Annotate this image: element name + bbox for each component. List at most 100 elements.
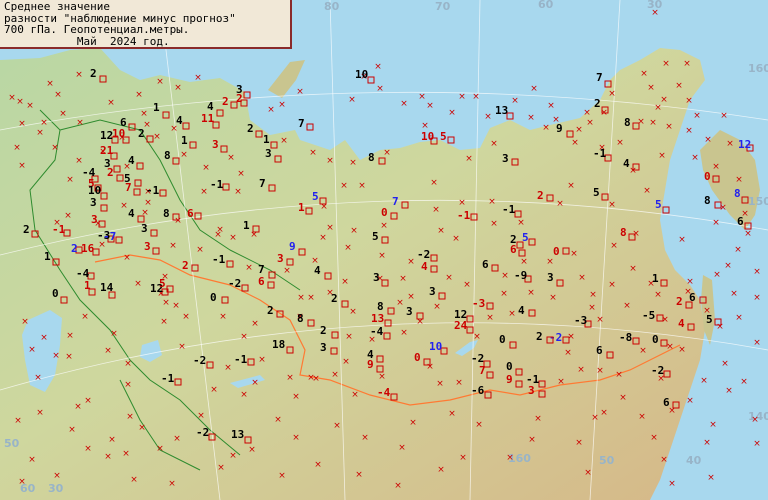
- station-value: 8: [163, 207, 170, 220]
- observation-cross: ×: [528, 435, 536, 445]
- observation-cross: ×: [616, 138, 624, 148]
- observation-cross: ×: [530, 84, 538, 94]
- observation-cross: ×: [712, 218, 720, 228]
- station-value: 13: [495, 104, 508, 117]
- observation-cross: ×: [237, 169, 245, 179]
- observation-cross: ×: [649, 118, 657, 128]
- observation-cross: ×: [251, 378, 259, 388]
- station-value: 2: [23, 223, 30, 236]
- grid-label: 80: [324, 0, 340, 13]
- station-value: 7: [259, 177, 266, 190]
- observation-cross: ×: [484, 112, 492, 122]
- observation-cross: ×: [342, 357, 350, 367]
- observation-cross: ×: [700, 376, 708, 386]
- observation-cross: ×: [508, 309, 516, 319]
- observation-cross: ×: [557, 377, 565, 387]
- station-value: 6: [663, 396, 670, 409]
- observation-cross: ×: [307, 293, 315, 303]
- station-value: 1: [44, 250, 51, 263]
- observation-cross: ×: [586, 118, 594, 128]
- grid-label: 40: [686, 454, 702, 467]
- observation-cross: ×: [693, 111, 701, 121]
- station-value: 1: [652, 272, 659, 285]
- observation-cross: ×: [374, 62, 382, 72]
- observation-cross: ×: [623, 301, 631, 311]
- observation-cross: ×: [637, 117, 645, 127]
- station-value: 6: [737, 215, 744, 228]
- observation-cross: ×: [600, 408, 608, 418]
- legend-line-1: Среднее значение: [4, 0, 110, 13]
- observation-cross: ×: [527, 288, 535, 298]
- observation-cross: ×: [54, 90, 62, 100]
- observation-cross: ×: [66, 331, 74, 341]
- observation-cross: ×: [407, 292, 415, 302]
- station-value: 3: [277, 252, 284, 265]
- observation-cross: ×: [361, 433, 369, 443]
- observation-cross: ×: [160, 317, 168, 327]
- station-value: -3: [574, 314, 587, 327]
- observation-cross: ×: [662, 59, 670, 69]
- observation-cross: ×: [84, 444, 92, 454]
- observation-cross: ×: [307, 373, 315, 383]
- station-value: 13: [371, 312, 384, 325]
- observation-cross: ×: [344, 243, 352, 253]
- observation-cross: ×: [575, 125, 583, 135]
- observation-cross: ×: [340, 181, 348, 191]
- observation-cross: ×: [686, 277, 694, 287]
- observation-cross: ×: [675, 81, 683, 91]
- observation-cross: ×: [59, 109, 67, 119]
- observation-cross: ×: [28, 455, 36, 465]
- station-value: 8: [297, 312, 304, 325]
- station-value: 4: [176, 114, 183, 127]
- observation-cross: ×: [588, 303, 596, 313]
- station-value: -1: [52, 223, 66, 236]
- observation-cross: ×: [8, 93, 16, 103]
- map-legend: Среднее значение разности "наблюдение ми…: [0, 0, 292, 49]
- station-value: -1: [593, 147, 607, 160]
- observation-cross: ×: [227, 153, 235, 163]
- observation-cross: ×: [459, 453, 467, 463]
- observation-cross: ×: [647, 83, 655, 93]
- observation-cross: ×: [104, 346, 112, 356]
- observation-cross: ×: [64, 211, 72, 221]
- observation-cross: ×: [53, 471, 61, 481]
- observation-cross: ×: [400, 328, 408, 338]
- observation-cross: ×: [610, 241, 618, 251]
- observation-cross: ×: [501, 271, 509, 281]
- observation-cross: ×: [234, 187, 242, 197]
- observation-cross: ×: [378, 372, 386, 382]
- station-value: 3: [90, 196, 97, 209]
- observation-cross: ×: [472, 92, 480, 102]
- observation-cross: ×: [615, 370, 623, 380]
- station-value: 7: [479, 364, 486, 377]
- observation-cross: ×: [753, 439, 761, 449]
- observation-cross: ×: [608, 280, 616, 290]
- observation-cross: ×: [433, 302, 441, 312]
- observation-cross: ×: [297, 293, 305, 303]
- observation-cross: ×: [430, 178, 438, 188]
- observation-cross: ×: [21, 317, 29, 327]
- station-value: -2: [651, 364, 664, 377]
- station-value: 5: [159, 277, 166, 290]
- observation-cross: ×: [350, 226, 358, 236]
- station-value: 7: [125, 181, 132, 194]
- observation-cross: ×: [639, 346, 647, 356]
- observation-cross: ×: [651, 8, 659, 18]
- station-value: 8: [734, 187, 741, 200]
- observation-cross: ×: [488, 197, 496, 207]
- station-value: 9: [556, 122, 563, 135]
- observation-cross: ×: [36, 128, 44, 138]
- observation-cross: ×: [432, 205, 440, 215]
- observation-cross: ×: [709, 420, 717, 430]
- observation-cross: ×: [735, 313, 743, 323]
- observation-cross: ×: [720, 111, 728, 121]
- observation-cross: ×: [345, 332, 353, 342]
- observation-cross: ×: [217, 463, 225, 473]
- observation-cross: ×: [596, 315, 604, 325]
- observation-cross: ×: [517, 218, 525, 228]
- observation-cross: ×: [124, 359, 132, 369]
- observation-cross: ×: [735, 175, 743, 185]
- observation-cross: ×: [547, 101, 555, 111]
- observation-cross: ×: [520, 257, 528, 267]
- observation-cross: ×: [331, 370, 339, 380]
